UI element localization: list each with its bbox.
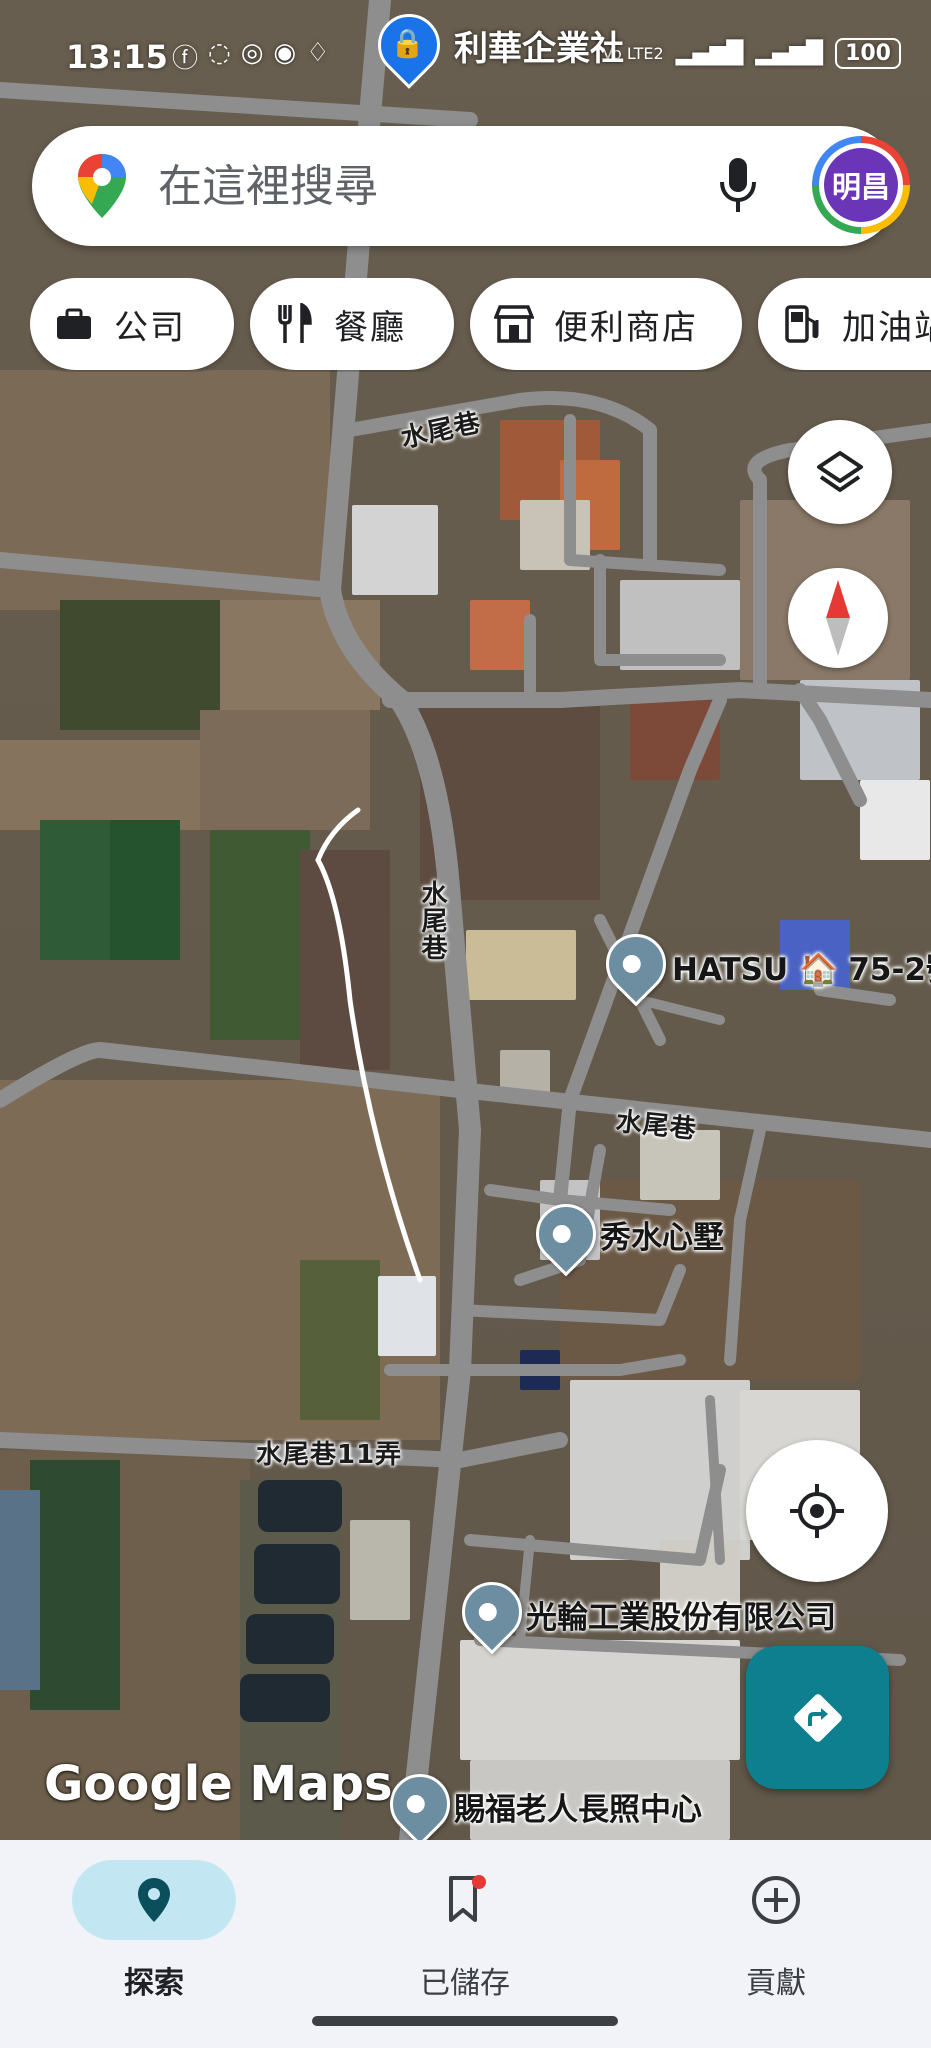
avatar[interactable]: 明昌: [812, 136, 910, 234]
status-time: 13:15: [66, 38, 168, 76]
chip-label: 餐廳: [334, 307, 406, 348]
search-input[interactable]: [158, 154, 678, 218]
road-label-lane: 水尾巷11弄: [256, 1440, 403, 1470]
chip-label: 公司: [114, 307, 186, 348]
facebook-icon: ⓕ: [172, 44, 199, 74]
my-location-button[interactable]: [746, 1440, 888, 1582]
nav-explore[interactable]: 探索: [54, 1850, 254, 2001]
microphone-icon[interactable]: [716, 156, 760, 216]
place-label-xiushui[interactable]: 秀水心墅: [600, 1212, 724, 1257]
signal-icon: ▂▄▆█: [755, 41, 824, 66]
floating-place-label: 利華企業社: [454, 28, 624, 69]
chrome-icon: ◎: [240, 38, 264, 68]
battery-indicator: 100: [835, 38, 901, 69]
status-notification-icons: ⓕ ◌ ◎ ◉ ♢: [172, 38, 329, 75]
chip-convenience-store[interactable]: 便利商店: [470, 278, 742, 370]
category-chips: 公司 餐廳 便利商店 加油站: [30, 278, 931, 372]
nav-label: 已儲存: [420, 1966, 510, 2001]
road-label-vertical: 水尾巷: [417, 880, 447, 961]
directions-icon: [793, 1693, 842, 1742]
layers-icon: [817, 451, 863, 492]
add-circle-icon: [752, 1876, 800, 1924]
nav-saved[interactable]: 已儲存: [365, 1850, 565, 2001]
status-right-icons: Vo LTE2 ▂▄▆█ ▂▄▆█ 100: [602, 38, 901, 69]
avatar-initials: 明昌: [824, 148, 898, 222]
place-label-hatsu[interactable]: HATSU 🏠 75-2號: [672, 944, 931, 989]
chip-gas-station[interactable]: 加油站: [758, 278, 931, 370]
chip-label: 加油站: [842, 307, 931, 348]
nav-active-pill: [72, 1860, 236, 1940]
messenger-icon: ◌: [208, 38, 231, 68]
compass-icon: [826, 580, 850, 656]
gas-station-icon: [780, 302, 824, 346]
my-location-icon: [790, 1484, 844, 1538]
nav-contribute[interactable]: 貢獻: [676, 1850, 876, 2001]
nav-label: 探索: [124, 1966, 184, 2001]
store-icon: [492, 302, 536, 346]
notification-icon: ♢: [306, 38, 330, 68]
shopping-bag-icon: 🔒: [365, 1, 453, 89]
app-icon: ◉: [273, 38, 297, 68]
explore-pin-icon: [138, 1878, 170, 1922]
google-maps-attribution: Google Maps: [44, 1756, 393, 1812]
chip-company[interactable]: 公司: [30, 278, 234, 370]
nav-label: 貢獻: [746, 1966, 806, 2001]
place-label-guanglun[interactable]: 光輪工業股份有限公司: [526, 1592, 836, 1637]
directions-button[interactable]: [746, 1646, 889, 1789]
floating-place[interactable]: 🔒 利華企業社: [365, 1, 624, 89]
chip-restaurant[interactable]: 餐廳: [250, 278, 454, 370]
google-maps-pin-icon: [78, 154, 126, 218]
compass-button[interactable]: [788, 568, 888, 668]
chip-label: 便利商店: [554, 307, 698, 348]
restaurant-icon: [272, 302, 316, 346]
briefcase-icon: [52, 302, 96, 346]
search-bar[interactable]: 明昌: [32, 126, 910, 246]
home-indicator[interactable]: [312, 2016, 618, 2026]
place-label-cifu[interactable]: 賜福老人長照中心: [454, 1784, 702, 1829]
signal-icon: ▂▄▆█: [675, 41, 744, 66]
layers-button[interactable]: [788, 420, 892, 524]
bookmark-icon: [449, 1875, 486, 1922]
